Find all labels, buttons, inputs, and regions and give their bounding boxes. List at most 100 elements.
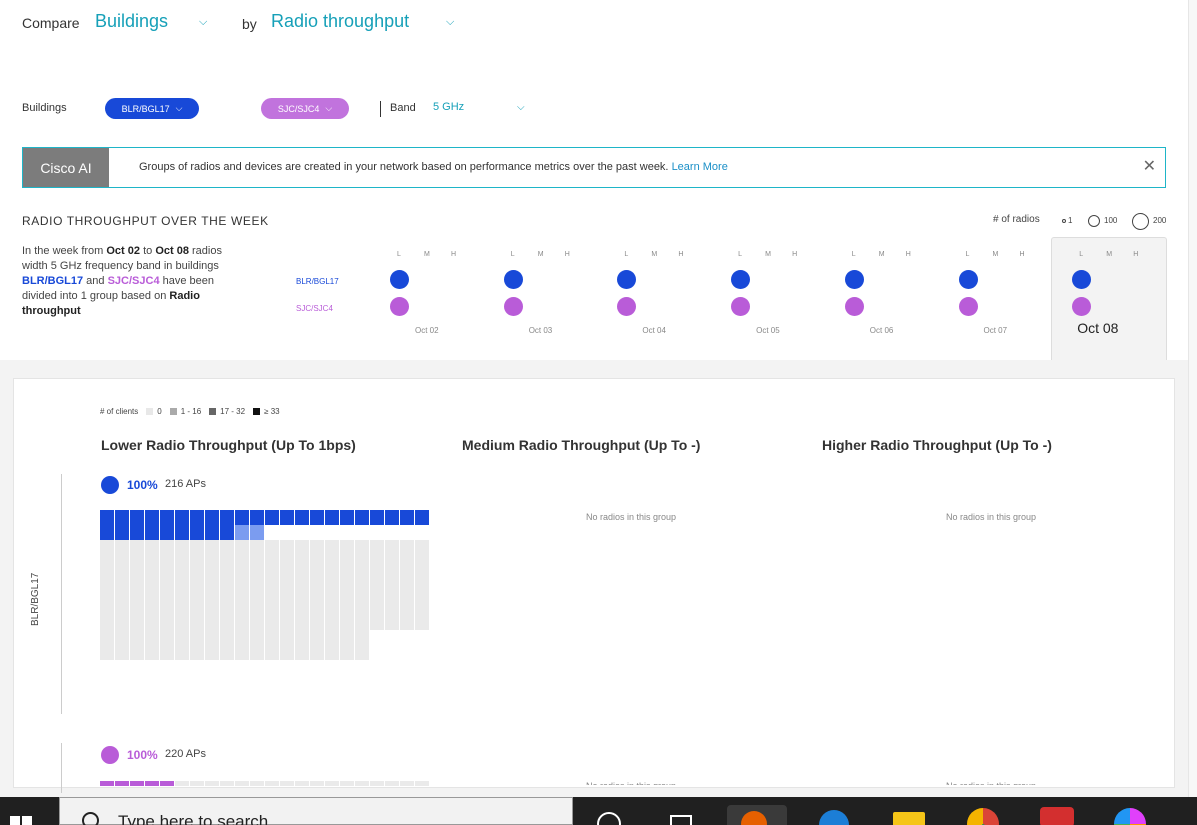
ap-cell[interactable] [310,600,324,630]
entity-dropdown[interactable]: Buildings [95,11,168,32]
ap-cell[interactable] [115,540,129,570]
ap-cell[interactable] [235,781,249,786]
ap-cell[interactable] [325,540,339,570]
ap-cell[interactable] [355,630,369,660]
ap-cell[interactable] [400,510,414,525]
throughput-dot-blr[interactable] [958,270,978,289]
ap-cell[interactable] [295,600,309,630]
day-label[interactable]: Oct 05 [756,326,780,335]
ap-cell[interactable] [250,600,264,630]
ap-cell[interactable] [325,570,339,600]
ap-cell[interactable] [340,781,354,786]
ap-cell[interactable] [295,630,309,660]
ap-cell[interactable] [160,630,174,660]
ap-cell[interactable] [205,600,219,630]
ap-cell[interactable] [310,540,324,570]
ap-cell[interactable] [265,630,279,660]
ap-cell[interactable] [370,781,384,786]
ap-cell[interactable] [205,570,219,600]
chevron-down-icon[interactable]: ⌵ [446,16,454,29]
ap-cell[interactable] [220,510,234,540]
ap-cell[interactable] [340,510,354,525]
ap-cell[interactable] [340,630,354,660]
ap-cell[interactable] [115,600,129,630]
learn-more-link[interactable]: Learn More [672,161,728,173]
ap-cell[interactable] [205,781,219,786]
ap-cell[interactable] [160,600,174,630]
ap-cell[interactable] [115,570,129,600]
ap-cell[interactable] [385,600,399,630]
throughput-dot-sjc[interactable] [731,297,751,316]
ap-cell[interactable] [220,540,234,570]
ap-cell[interactable] [190,570,204,600]
ap-cell[interactable] [235,630,249,660]
ap-cell[interactable] [250,630,264,660]
ap-cell[interactable] [280,600,294,630]
ap-cell[interactable] [235,600,249,630]
chevron-down-icon[interactable]: ⌵ [199,16,207,29]
ap-cell[interactable] [250,570,264,600]
ap-cell[interactable] [280,510,294,525]
ap-cell[interactable] [205,540,219,570]
firefox-icon[interactable] [727,805,787,825]
ap-cell[interactable] [175,510,189,540]
ap-cell[interactable] [100,510,114,540]
ap-cell[interactable] [340,600,354,630]
ap-cell[interactable] [280,570,294,600]
ap-cell[interactable] [265,600,279,630]
ap-cell[interactable] [130,781,144,786]
ap-cell[interactable] [355,600,369,630]
ap-cell[interactable] [145,630,159,660]
ap-cell[interactable] [415,540,429,570]
ap-cell[interactable] [220,630,234,660]
throughput-dot-blr[interactable] [731,270,751,289]
throughput-dot-sjc[interactable] [617,297,637,316]
ap-cell[interactable] [265,570,279,600]
acrobat-icon[interactable] [1040,807,1074,825]
ap-cell[interactable] [295,510,309,525]
ap-cell[interactable] [190,630,204,660]
ap-cell[interactable] [250,510,264,540]
ap-cell[interactable] [415,600,429,630]
ap-cell[interactable] [145,570,159,600]
ap-cell[interactable] [235,540,249,570]
day-label[interactable]: Oct 04 [642,326,666,335]
ap-cell[interactable] [415,781,429,786]
ap-cell[interactable] [160,781,174,786]
ap-cell[interactable] [100,781,114,786]
ap-cell[interactable] [400,570,414,600]
throughput-dot-blr[interactable] [844,270,864,289]
ap-cell[interactable] [400,781,414,786]
ap-cell[interactable] [265,781,279,786]
ap-cell[interactable] [325,781,339,786]
building-pill-sjc[interactable]: SJC/SJC4 ⌵ [261,98,349,119]
throughput-dot-blr[interactable] [503,270,523,289]
ap-cell[interactable] [130,630,144,660]
ap-cell[interactable] [370,540,384,570]
day-label[interactable]: Oct 03 [529,326,553,335]
ap-cell[interactable] [145,510,159,540]
ap-cell[interactable] [295,781,309,786]
ap-cell[interactable] [385,781,399,786]
task-view-icon[interactable] [670,815,692,825]
ap-cell[interactable] [280,630,294,660]
ap-cell[interactable] [310,510,324,525]
ap-cell[interactable] [235,510,249,540]
ap-cell[interactable] [355,510,369,525]
ap-cell[interactable] [250,781,264,786]
ap-cell[interactable] [130,540,144,570]
ap-cell[interactable] [160,540,174,570]
ap-cell[interactable] [100,540,114,570]
throughput-dot-sjc[interactable] [958,297,978,316]
ap-cell[interactable] [100,600,114,630]
ap-cell[interactable] [355,540,369,570]
ap-cell[interactable] [220,600,234,630]
ap-cell[interactable] [325,600,339,630]
building-pill-blr[interactable]: BLR/BGL17 ⌵ [105,98,199,119]
ap-cell[interactable] [175,781,189,786]
ap-cell[interactable] [235,570,249,600]
ap-cell[interactable] [190,600,204,630]
windows-start-icon[interactable] [10,816,32,825]
throughput-dot-sjc[interactable] [390,297,409,316]
ap-cell[interactable] [115,510,129,540]
